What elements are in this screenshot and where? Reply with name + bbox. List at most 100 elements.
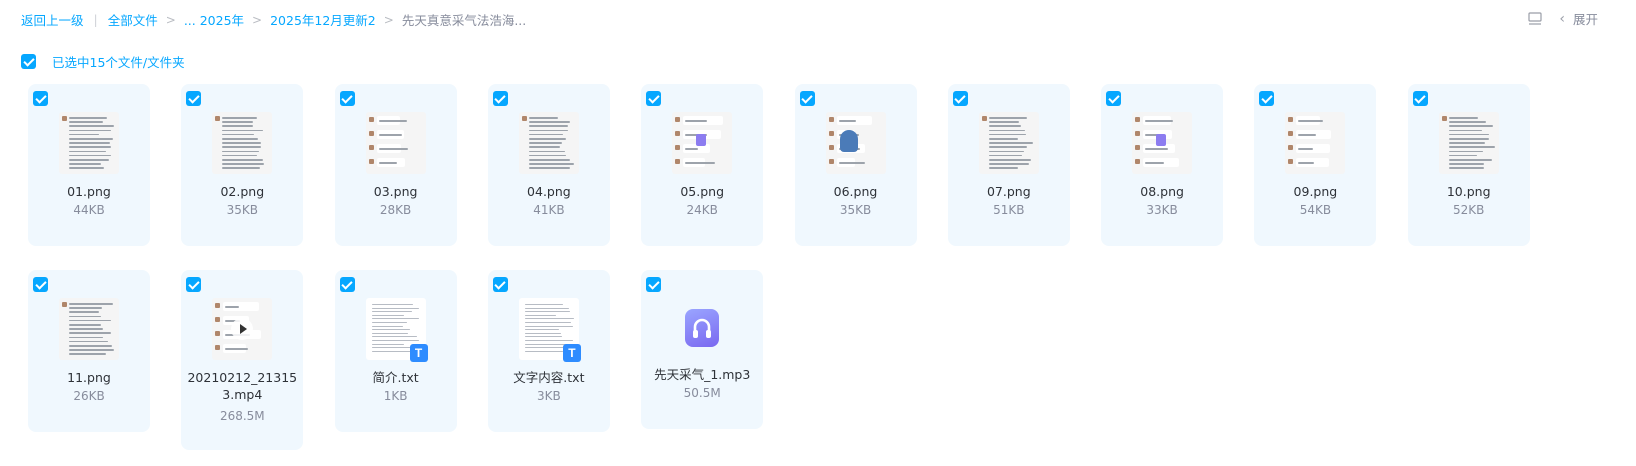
file-checkbox[interactable]	[1259, 91, 1275, 106]
breadcrumb-current: 先天真意采气法浩海...	[401, 13, 527, 28]
breadcrumb-item-all-files[interactable]: 全部文件	[108, 10, 158, 29]
list-view-icon[interactable]	[1525, 10, 1545, 28]
file-thumbnail	[978, 112, 1039, 174]
file-card[interactable]: 20210212_21315 3.mp4 268.5M	[181, 270, 304, 450]
file-card[interactable]: 先天采气_1.mp3 50.5M	[641, 270, 764, 429]
thumb-text-line	[69, 319, 111, 322]
file-card[interactable]: 08.png 33KB	[1101, 84, 1224, 246]
file-checkbox[interactable]	[1412, 91, 1428, 106]
thumb-text-line	[222, 163, 265, 165]
file-checkbox[interactable]	[952, 91, 968, 106]
txt-badge-icon: T	[409, 344, 428, 362]
file-card[interactable]: 05.png 24KB	[641, 84, 764, 246]
thumb-text-line	[222, 142, 261, 144]
thumb-text-line	[528, 142, 563, 144]
thumb-avatar	[1288, 117, 1294, 122]
file-card[interactable]: 02.png 35KB	[181, 84, 304, 246]
thumb-avatar	[368, 117, 374, 122]
thumb-text-line	[371, 307, 420, 309]
thumb-text-line	[1448, 138, 1489, 140]
thumb-text-line	[222, 121, 253, 123]
file-card[interactable]: 06.png 35KB	[794, 84, 917, 246]
thumb-text-line	[69, 154, 112, 157]
thumb-avatar	[521, 116, 527, 121]
expand-button[interactable]: ‹ 展开	[1559, 9, 1598, 28]
file-checkbox[interactable]	[339, 91, 355, 106]
thumb-text-line	[222, 146, 261, 148]
thumb-text-line	[1448, 146, 1495, 148]
select-all-checkbox[interactable]	[21, 54, 36, 69]
file-checkbox[interactable]	[339, 277, 355, 292]
file-card[interactable]: T 简介.txt 1KB	[334, 270, 457, 432]
file-size: 24KB	[686, 203, 718, 217]
thumb-text-line	[524, 311, 570, 313]
thumb-avatar	[1288, 159, 1294, 164]
thumb-text-line	[1298, 162, 1314, 164]
file-name: 20210212_21315 3.mp4	[181, 369, 303, 403]
thumb-text-line	[685, 162, 715, 164]
breadcrumb-item-dec-update[interactable]: 2025年12月更新2	[270, 10, 376, 29]
thumb-text-line	[838, 120, 857, 122]
file-card[interactable]: 09.png 54KB	[1254, 84, 1377, 246]
thumb-text-line	[69, 324, 101, 326]
thumb-text-line	[371, 318, 420, 320]
thumb-text-line	[1448, 163, 1484, 165]
file-checkbox[interactable]	[186, 91, 202, 106]
thumb-avatar	[368, 159, 374, 164]
file-checkbox[interactable]	[186, 277, 202, 292]
thumb-avatar	[1441, 116, 1447, 121]
file-card[interactable]: 10.png 52KB	[1407, 84, 1530, 246]
file-size: 268.5M	[219, 409, 265, 423]
file-checkbox[interactable]	[33, 277, 48, 292]
file-name: 09.png	[1293, 184, 1338, 199]
file-name: 04.png	[527, 184, 571, 199]
thumb-text-line	[222, 125, 254, 127]
view-tools: ‹ 展开	[1525, 9, 1598, 28]
back-link[interactable]: 返回上一级	[21, 10, 84, 29]
file-card[interactable]: 07.png 51KB	[947, 84, 1070, 246]
thumb-text-line	[988, 142, 1033, 144]
file-checkbox[interactable]	[799, 91, 815, 106]
file-name: 07.png	[986, 184, 1031, 199]
thumb-text-line	[988, 138, 1019, 140]
file-checkbox[interactable]	[492, 91, 508, 106]
file-thumbnail	[365, 112, 426, 174]
thumb-text-line	[1145, 162, 1165, 164]
file-thumbnail: T	[518, 298, 581, 362]
thumb-text-line	[524, 325, 574, 327]
file-card[interactable]: 03.png 28KB	[334, 84, 457, 246]
thumb-text-line	[524, 350, 563, 352]
file-thumbnail	[212, 298, 273, 360]
thumb-text-line	[371, 336, 418, 338]
file-checkbox[interactable]	[1106, 91, 1122, 106]
file-name: 01.png	[67, 184, 111, 199]
breadcrumb-item-2025[interactable]: ... 2025年	[184, 10, 244, 29]
file-card[interactable]: T 文字内容.txt 3KB	[487, 270, 610, 432]
file-name: 03.png	[373, 184, 418, 199]
thumb-avatar	[675, 159, 681, 164]
thumb-text-line	[988, 154, 1022, 157]
thumb-avatar	[675, 117, 681, 122]
file-card[interactable]: 04.png 41KB	[487, 84, 610, 246]
thumb-text-line	[69, 133, 100, 136]
thumb-text-line	[1145, 148, 1169, 150]
thumb-text-line	[69, 340, 109, 343]
selection-bar: 已选中15个文件/文件夹	[21, 52, 185, 71]
file-checkbox[interactable]	[492, 277, 508, 292]
thumb-text-line	[988, 129, 1025, 132]
file-size: 52KB	[1453, 203, 1485, 217]
file-card[interactable]: 01.png 44KB	[28, 84, 150, 246]
file-checkbox[interactable]	[33, 91, 48, 106]
file-card[interactable]: 11.png 26KB	[28, 270, 150, 432]
thumb-text-line	[378, 148, 408, 150]
thumb-text-line	[69, 138, 114, 140]
file-thumbnail	[59, 298, 119, 360]
thumb-avatar	[368, 131, 374, 136]
thumb-text-line	[524, 336, 563, 338]
file-checkbox[interactable]	[646, 277, 662, 292]
file-size: 28KB	[379, 203, 412, 217]
thumb-text-line	[222, 117, 258, 119]
file-checkbox[interactable]	[646, 91, 662, 106]
file-name: 简介.txt	[372, 370, 419, 385]
thumb-text-line	[69, 311, 99, 313]
